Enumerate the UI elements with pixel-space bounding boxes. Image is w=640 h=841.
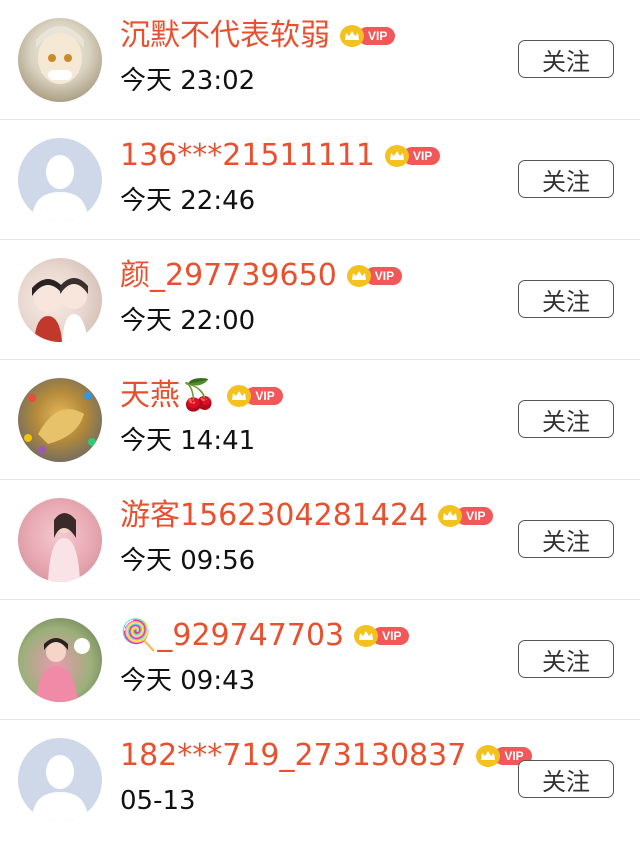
avatar[interactable]: [18, 18, 102, 102]
crown-icon: [384, 145, 409, 167]
list-item[interactable]: 游客1562304281424 VIP 今天 09:56 关注: [0, 480, 640, 600]
vip-badge: VIP: [438, 505, 494, 527]
avatar[interactable]: [18, 378, 102, 462]
vip-badge: VIP: [227, 385, 283, 407]
follow-time: 今天 22:46: [120, 186, 256, 216]
crown-icon: [227, 385, 252, 407]
user-name[interactable]: 🍭_929747703 VIP: [120, 616, 410, 656]
user-name[interactable]: 天燕🍒 VIP: [120, 376, 283, 416]
follow-time: 今天 23:02: [120, 66, 256, 96]
vip-badge: VIP: [354, 625, 410, 647]
follow-button[interactable]: 关注: [518, 760, 614, 798]
user-name-text: 颜_297739650: [120, 258, 337, 293]
follow-time: 今天 09:56: [120, 546, 256, 576]
crown-icon: [476, 745, 501, 767]
user-name[interactable]: 游客1562304281424 VIP: [120, 496, 494, 536]
user-name[interactable]: 颜_297739650 VIP: [120, 256, 403, 296]
list-item[interactable]: 颜_297739650 VIP 今天 22:00 关注: [0, 240, 640, 360]
follow-button[interactable]: 关注: [518, 520, 614, 558]
avatar[interactable]: [18, 138, 102, 222]
follow-button[interactable]: 关注: [518, 400, 614, 438]
crown-icon: [438, 505, 463, 527]
list-item[interactable]: 136***21511111 VIP 今天 22:46 关注: [0, 120, 640, 240]
user-name[interactable]: 沉默不代表软弱 VIP: [120, 16, 396, 56]
list-item[interactable]: 182***719_273130837 VIP 05-13 关注: [0, 720, 640, 840]
user-name[interactable]: 136***21511111 VIP: [120, 136, 441, 176]
crown-icon: [354, 625, 379, 647]
avatar[interactable]: [18, 738, 102, 822]
follow-time: 今天 22:00: [120, 306, 256, 336]
avatar[interactable]: [18, 258, 102, 342]
user-name-text: 🍭_929747703: [120, 618, 345, 653]
avatar[interactable]: [18, 498, 102, 582]
follow-button[interactable]: 关注: [518, 40, 614, 78]
follow-button[interactable]: 关注: [518, 280, 614, 318]
user-name[interactable]: 182***719_273130837 VIP: [120, 736, 532, 776]
vip-badge: VIP: [384, 145, 441, 167]
follow-time: 05-13: [120, 786, 196, 816]
follow-button[interactable]: 关注: [518, 160, 614, 198]
user-name-text: 182***719_273130837: [120, 738, 467, 773]
crown-icon: [346, 265, 371, 287]
list-item[interactable]: 沉默不代表软弱 VIP 今天 23:02 关注: [0, 0, 640, 120]
follow-time: 今天 14:41: [120, 426, 256, 456]
user-name-text: 沉默不代表软弱: [120, 18, 330, 53]
follow-time: 今天 09:43: [120, 666, 256, 696]
user-name-text: 天燕🍒: [120, 378, 218, 413]
follow-button[interactable]: 关注: [518, 640, 614, 678]
crown-icon: [340, 25, 364, 47]
avatar[interactable]: [18, 618, 102, 702]
user-name-text: 游客1562304281424: [120, 498, 429, 533]
vip-badge: VIP: [340, 25, 396, 47]
follower-list: 沉默不代表软弱 VIP 今天 23:02 关注 136***21511111 V…: [0, 0, 640, 840]
list-item[interactable]: 🍭_929747703 VIP 今天 09:43 关注: [0, 600, 640, 720]
user-name-text: 136***21511111: [120, 138, 375, 173]
list-item[interactable]: 天燕🍒 VIP 今天 14:41 关注: [0, 360, 640, 480]
vip-badge: VIP: [346, 265, 403, 287]
